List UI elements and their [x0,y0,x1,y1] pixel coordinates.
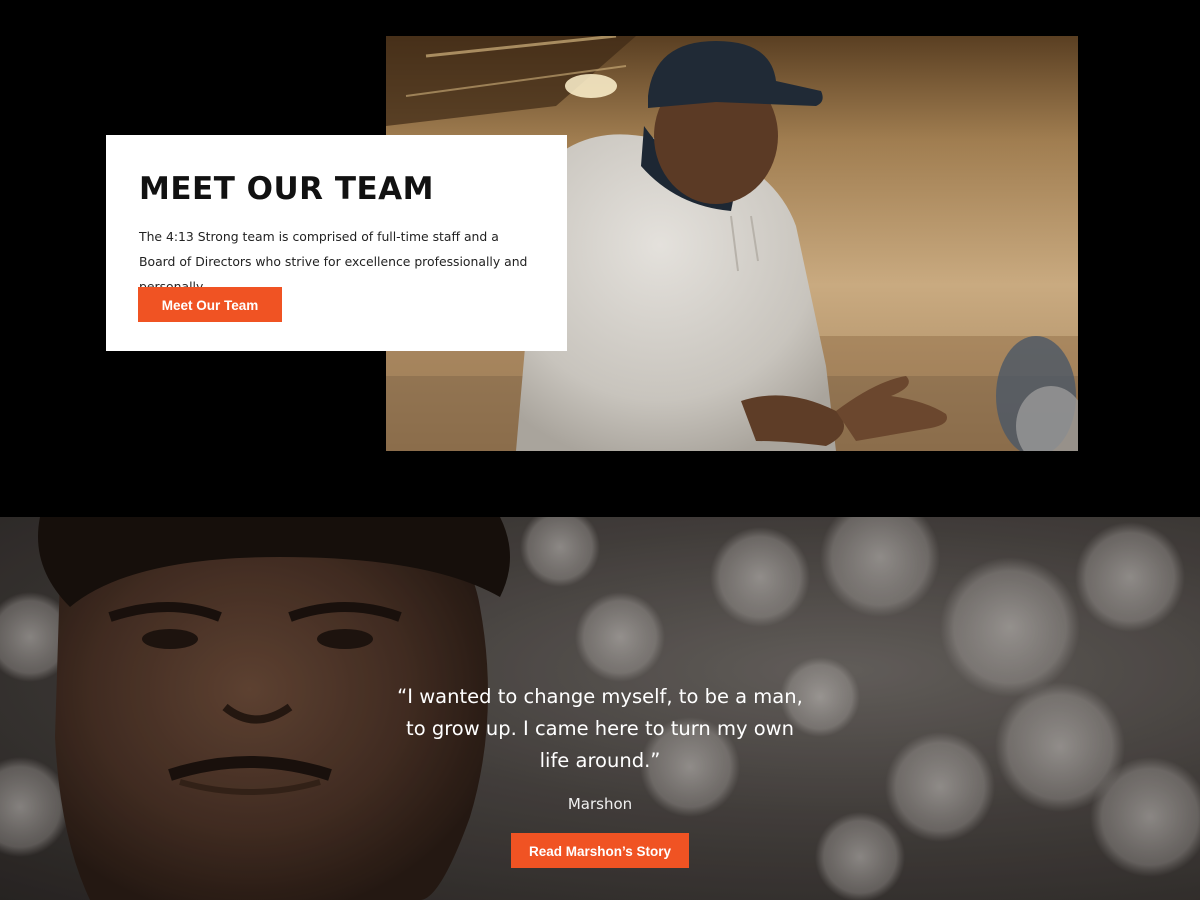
team-info-card: MEET OUR TEAM The 4:13 Strong team is co… [106,135,567,351]
team-section: MEET OUR TEAM The 4:13 Strong team is co… [0,0,1200,517]
read-story-button[interactable]: Read Marshon’s Story [511,833,689,868]
testimonial-section: “I wanted to change myself, to be a man,… [0,517,1200,900]
page: MEET OUR TEAM The 4:13 Strong team is co… [0,0,1200,900]
testimonial-quote: “I wanted to change myself, to be a man,… [397,685,803,772]
team-heading: MEET OUR TEAM [139,171,434,207]
testimonial-author: Marshon [567,795,633,813]
meet-our-team-button[interactable]: Meet Our Team [138,287,282,322]
